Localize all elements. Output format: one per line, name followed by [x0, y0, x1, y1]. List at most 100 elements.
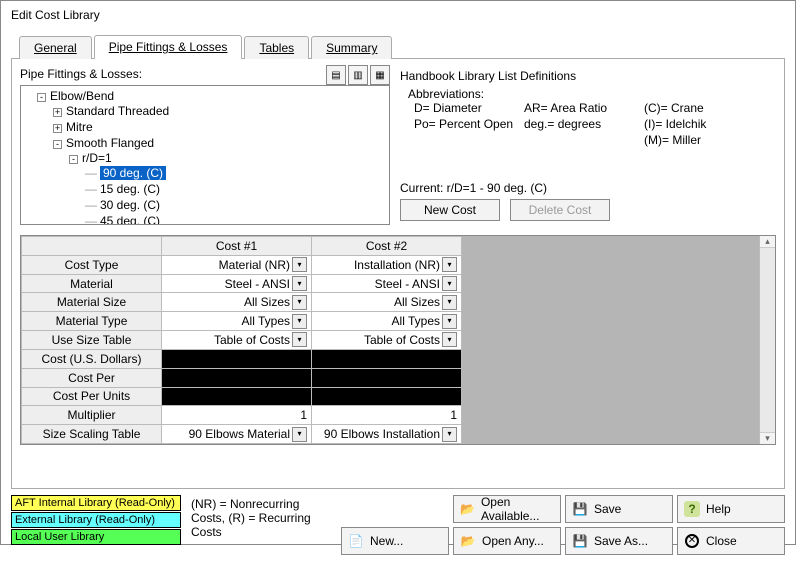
grid-row-label: Material Type — [22, 312, 162, 331]
abbrev-cell: (I)= Idelchik — [644, 117, 754, 131]
dropdown-icon[interactable]: ▾ — [442, 295, 457, 310]
grid-cell-mattype-1[interactable]: All Types▾ — [162, 312, 312, 331]
help-button[interactable]: ?Help — [677, 495, 785, 523]
grid-cell-mattype-2[interactable]: All Types▾ — [312, 312, 462, 331]
grid-cell-cost-1 — [162, 349, 312, 368]
abbrev-cell: AR= Area Ratio — [524, 101, 644, 115]
dropdown-icon[interactable]: ▾ — [292, 332, 307, 347]
fittings-tree[interactable]: -Elbow/Bend +Standard Threaded +Mitre -S… — [20, 85, 390, 225]
abbrev-cell — [524, 133, 644, 147]
open-any-button[interactable]: 📂Open Any... — [453, 527, 561, 555]
grid-cell-multiplier-1[interactable]: 1 — [162, 406, 312, 425]
dropdown-icon[interactable]: ▾ — [442, 276, 457, 291]
legend-aft-internal: AFT Internal Library (Read-Only) — [11, 495, 181, 511]
tree-collapse-button[interactable]: ▥ — [348, 65, 368, 85]
grid-cell-scaling-1[interactable]: 90 Elbows Material▾ — [162, 425, 312, 444]
grid-cell-cost-type-1[interactable]: Material (NR)▾ — [162, 255, 312, 274]
tree-node-smooth-flanged[interactable]: Smooth Flanged — [66, 136, 154, 150]
tree-node-elbow-bend[interactable]: Elbow/Bend — [50, 89, 114, 103]
dropdown-icon[interactable]: ▾ — [292, 314, 307, 329]
grid-cell-costperunits-1 — [162, 387, 312, 406]
abbrev-cell: (C)= Crane — [644, 101, 754, 115]
recurring-note: (NR) = Nonrecurring Costs, (R) = Recurri… — [191, 495, 331, 539]
tree-toggle-icon[interactable]: + — [53, 108, 62, 117]
save-button[interactable]: 💾Save — [565, 495, 673, 523]
dropdown-icon[interactable]: ▾ — [442, 314, 457, 329]
tree-toggle-icon[interactable]: - — [53, 140, 62, 149]
grid-row-label: Material — [22, 274, 162, 293]
open-available-button[interactable]: 📂Open Available... — [453, 495, 561, 523]
grid-row-label: Use Size Table — [22, 331, 162, 350]
tabstrip: General Pipe Fittings & Losses Tables Su… — [11, 33, 785, 59]
tree-leaf-45deg[interactable]: 45 deg. (C) — [100, 214, 160, 225]
current-selection-label: Current: r/D=1 - 90 deg. (C) — [400, 181, 776, 195]
grid-cell-cost-type-2[interactable]: Installation (NR)▾ — [312, 255, 462, 274]
save-icon: 💾 — [572, 501, 588, 517]
abbrev-cell — [414, 133, 524, 147]
grid-row-label: Material Size — [22, 293, 162, 312]
library-legend: AFT Internal Library (Read-Only) Externa… — [11, 495, 181, 546]
dropdown-icon[interactable]: ▾ — [292, 257, 307, 272]
tab-page-pipe-fittings: Pipe Fittings & Losses: ▤ ▥ ▦ -Elbow/Ben… — [11, 59, 785, 489]
tree-toggle-icon[interactable]: - — [37, 93, 46, 102]
tree-node-standard-threaded[interactable]: Standard Threaded — [66, 104, 169, 118]
cost-grid: Cost #1 Cost #2 Cost Type Material (NR)▾… — [20, 235, 776, 445]
grid-cell-costperunits-2 — [312, 387, 462, 406]
dropdown-icon[interactable]: ▾ — [442, 332, 457, 347]
abbreviations-grid: D= Diameter AR= Area Ratio (C)= Crane Po… — [400, 101, 776, 147]
grid-row-label: Size Scaling Table — [22, 425, 162, 444]
grid-cell-matsize-1[interactable]: All Sizes▾ — [162, 293, 312, 312]
dropdown-icon[interactable]: ▾ — [442, 427, 457, 442]
tab-tables[interactable]: Tables — [244, 36, 309, 59]
grid-cell-material-1[interactable]: Steel - ANSI▾ — [162, 274, 312, 293]
grid-row-label: Cost (U.S. Dollars) — [22, 349, 162, 368]
close-button[interactable]: ✕Close — [677, 527, 785, 555]
new-icon: 📄 — [348, 533, 364, 549]
dropdown-icon[interactable]: ▾ — [292, 295, 307, 310]
abbrev-cell: deg.= degrees — [524, 117, 644, 131]
grid-cell-costper-2 — [312, 368, 462, 387]
grid-vertical-scrollbar[interactable] — [759, 236, 775, 444]
grid-cell-material-2[interactable]: Steel - ANSI▾ — [312, 274, 462, 293]
grid-col-header-2[interactable]: Cost #2 — [312, 237, 462, 256]
close-icon: ✕ — [684, 533, 700, 549]
grid-cell-usesize-1[interactable]: Table of Costs▾ — [162, 331, 312, 350]
abbrev-cell: (M)= Miller — [644, 133, 754, 147]
new-cost-button[interactable]: New Cost — [400, 199, 500, 221]
tree-toggle-icon[interactable]: + — [53, 124, 62, 133]
dropdown-icon[interactable]: ▾ — [442, 257, 457, 272]
grid-col-header-1[interactable]: Cost #1 — [162, 237, 312, 256]
window-title: Edit Cost Library — [1, 1, 795, 29]
tree-filter-button[interactable]: ▦ — [370, 65, 390, 85]
folder-open-icon: 📂 — [460, 501, 475, 517]
grid-row-label: Cost Type — [22, 255, 162, 274]
tree-leaf-15deg[interactable]: 15 deg. (C) — [100, 182, 160, 196]
tree-node-mitre[interactable]: Mitre — [66, 120, 93, 134]
grid-row-label: Cost Per Units — [22, 387, 162, 406]
grid-cell-usesize-2[interactable]: Table of Costs▾ — [312, 331, 462, 350]
tab-general[interactable]: General — [19, 36, 92, 59]
definitions-title: Handbook Library List Definitions — [400, 69, 776, 83]
abbrev-cell: Po= Percent Open — [414, 117, 524, 131]
save-as-button[interactable]: 💾Save As... — [565, 527, 673, 555]
grid-corner — [22, 237, 162, 256]
dropdown-icon[interactable]: ▾ — [292, 276, 307, 291]
grid-cell-matsize-2[interactable]: All Sizes▾ — [312, 293, 462, 312]
grid-cell-multiplier-2[interactable]: 1 — [312, 406, 462, 425]
grid-cell-costper-1 — [162, 368, 312, 387]
tree-leaf-30deg[interactable]: 30 deg. (C) — [100, 198, 160, 212]
delete-cost-button: Delete Cost — [510, 199, 610, 221]
new-button[interactable]: 📄New... — [341, 527, 449, 555]
tab-pipe-fittings[interactable]: Pipe Fittings & Losses — [94, 35, 243, 59]
grid-row-label: Multiplier — [22, 406, 162, 425]
dropdown-icon[interactable]: ▾ — [292, 427, 307, 442]
grid-cell-cost-2 — [312, 349, 462, 368]
grid-cell-scaling-2[interactable]: 90 Elbows Installation▾ — [312, 425, 462, 444]
legend-external: External Library (Read-Only) — [11, 512, 181, 528]
help-icon: ? — [684, 501, 700, 517]
tab-summary[interactable]: Summary — [311, 36, 392, 59]
tree-leaf-90deg[interactable]: 90 deg. (C) — [100, 166, 166, 180]
tree-toggle-icon[interactable]: - — [69, 155, 78, 164]
tree-node-rd1[interactable]: r/D=1 — [82, 151, 112, 165]
tree-expand-button[interactable]: ▤ — [326, 65, 346, 85]
